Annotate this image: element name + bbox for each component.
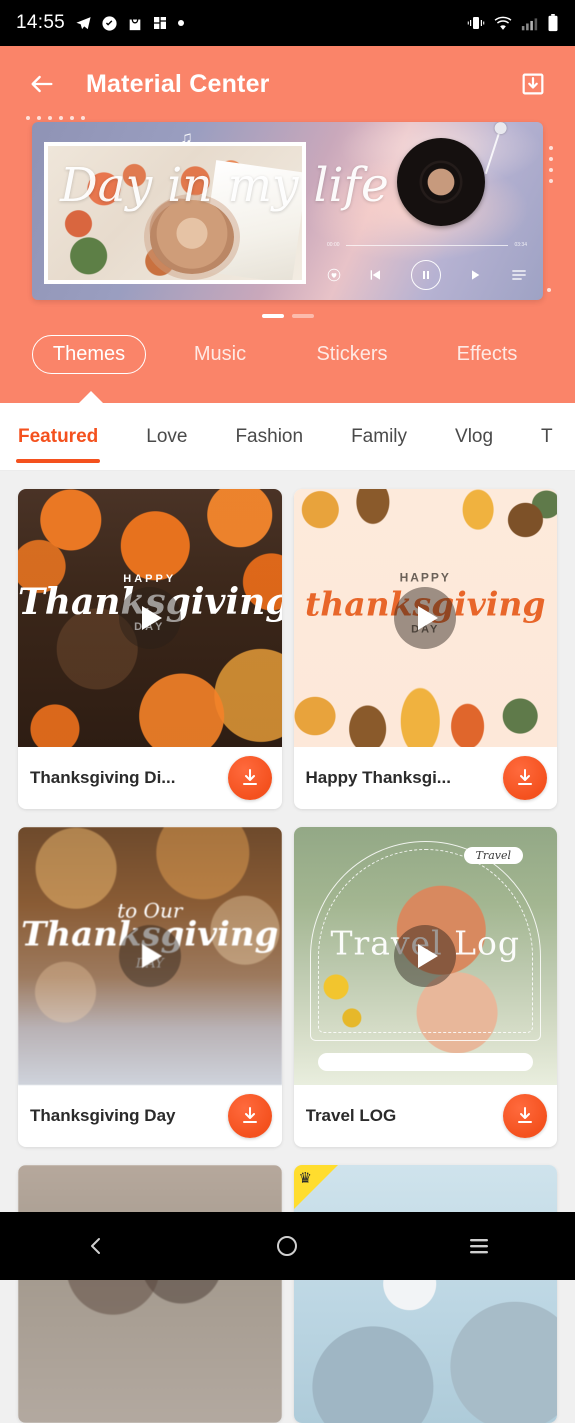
card-title: Travel LOG xyxy=(305,1106,397,1125)
card-download-button[interactable] xyxy=(227,1094,272,1138)
card-title: Thanksgiving Day xyxy=(30,1106,176,1125)
template-card[interactable]: to Our Thanksgiving DAY Thanksgiving Day xyxy=(18,827,282,1147)
signal-icon xyxy=(521,17,538,30)
tab-effects[interactable]: Effects xyxy=(422,336,552,373)
template-card-partial[interactable]: ♛ xyxy=(293,1165,557,1423)
decor-dots-right xyxy=(549,146,553,183)
card-title: Happy Thanksgi... xyxy=(305,768,451,787)
time-total: 03:34 xyxy=(514,242,527,248)
template-card[interactable]: Travel Travel Log Travel LOG xyxy=(293,827,558,1147)
template-grid: HAPPY Thanksgiving DAY Thanksgiving Di..… xyxy=(0,471,575,1423)
card-download-button[interactable] xyxy=(503,756,547,800)
tab-themes[interactable]: Themes xyxy=(20,328,158,381)
download-icon xyxy=(522,73,544,95)
status-bar: 14:55 xyxy=(0,0,575,46)
card-footer: Thanksgiving Day xyxy=(18,1085,282,1147)
category-tab-partial[interactable]: T xyxy=(541,403,553,470)
progress-bar[interactable] xyxy=(345,244,509,246)
tab-themes-label: Themes xyxy=(31,335,147,374)
nav-home-icon xyxy=(277,1236,298,1256)
overlay-top-text: HAPPY xyxy=(123,572,177,585)
wifi-icon xyxy=(494,16,512,30)
apps-icon xyxy=(154,17,167,29)
download-icon xyxy=(242,1107,257,1123)
player-controls[interactable] xyxy=(327,260,527,290)
telegram-icon xyxy=(76,16,91,29)
vinyl-record-icon xyxy=(397,138,485,226)
category-tab-fashion[interactable]: Fashion xyxy=(235,403,303,470)
tab-music[interactable]: Music xyxy=(158,336,282,373)
decor-dots-top-left xyxy=(26,116,85,120)
card-thumbnail[interactable]: Travel Travel Log xyxy=(293,827,557,1085)
banner-coffee-cup xyxy=(149,199,234,274)
check-circle-icon xyxy=(102,15,117,31)
card-download-button[interactable] xyxy=(503,1094,547,1138)
category-tab-featured[interactable]: Featured xyxy=(15,403,101,470)
page-title: Material Center xyxy=(86,69,270,98)
card-download-button[interactable] xyxy=(227,756,272,800)
card-footer: Travel LOG xyxy=(294,1085,558,1147)
play-icon[interactable] xyxy=(118,587,181,649)
next-icon[interactable] xyxy=(468,267,484,283)
nav-recents-button[interactable] xyxy=(434,1212,524,1280)
card-thumbnail[interactable] xyxy=(18,1165,282,1423)
download-icon xyxy=(518,769,532,785)
play-icon[interactable] xyxy=(394,925,457,987)
banner-slide[interactable]: ♫ Day in my life 00:00 03:34 xyxy=(32,122,543,300)
card-title: Thanksgiving Di... xyxy=(30,768,176,787)
dot-icon xyxy=(178,20,185,26)
back-button[interactable] xyxy=(22,64,62,104)
card-thumbnail[interactable]: ♛ xyxy=(293,1165,557,1423)
template-card[interactable]: HAPPY thanksgiving DAY Happy Thanksgi... xyxy=(293,489,558,809)
template-card[interactable]: HAPPY Thanksgiving DAY Thanksgiving Di..… xyxy=(18,489,282,809)
card-thumbnail[interactable]: HAPPY Thanksgiving DAY xyxy=(18,489,282,747)
category-tab-family[interactable]: Family xyxy=(351,403,407,470)
player-progress[interactable]: 00:00 03:34 xyxy=(327,242,527,248)
android-nav-bar[interactable] xyxy=(0,1212,575,1280)
play-icon[interactable] xyxy=(118,925,181,987)
download-icon xyxy=(518,1107,532,1123)
status-right-icons xyxy=(467,14,559,32)
card-thumbnail[interactable]: HAPPY thanksgiving DAY xyxy=(293,489,557,747)
status-left-icons xyxy=(75,15,185,32)
shopping-bag-icon xyxy=(129,18,141,30)
status-time: 14:55 xyxy=(16,12,66,33)
overlay-top-text: HAPPY xyxy=(399,570,451,585)
time-elapsed: 00:00 xyxy=(327,242,340,248)
category-tab-love[interactable]: Love xyxy=(146,403,187,470)
header-download-button[interactable] xyxy=(513,64,553,104)
carousel-dot-1[interactable] xyxy=(261,314,284,318)
nav-recents-icon xyxy=(470,1239,489,1254)
carousel-dot-2[interactable] xyxy=(291,314,314,318)
app-header: Material Center ♫ Day in my life 00:00 0… xyxy=(0,46,575,404)
overlay-top-text: to Our xyxy=(117,898,183,923)
download-icon xyxy=(242,769,257,785)
music-note-icon: ♫ xyxy=(180,128,193,147)
card-footer: Happy Thanksgi... xyxy=(294,747,558,809)
playlist-icon[interactable] xyxy=(511,268,527,282)
previous-icon[interactable] xyxy=(368,267,384,283)
card-thumbnail[interactable]: to Our Thanksgiving DAY xyxy=(18,827,282,1085)
overlay-top-text: Travel xyxy=(463,847,523,864)
app-header-top: Material Center xyxy=(0,46,575,122)
card-footer: Thanksgiving Di... xyxy=(18,747,282,809)
caption-bar-decor xyxy=(317,1053,533,1071)
template-card-partial[interactable] xyxy=(18,1165,282,1423)
banner-carousel[interactable]: ♫ Day in my life 00:00 03:34 xyxy=(0,116,575,308)
category-tab-bar[interactable]: Featured Love Fashion Family Vlog T xyxy=(0,403,575,471)
vibrate-icon xyxy=(467,17,485,29)
play-icon[interactable] xyxy=(394,587,457,649)
heart-icon[interactable] xyxy=(327,268,341,282)
pause-icon[interactable] xyxy=(411,260,441,290)
battery-icon xyxy=(548,14,558,32)
tab-stickers[interactable]: Stickers xyxy=(282,336,422,373)
nav-back-icon xyxy=(90,1238,100,1254)
nav-home-button[interactable] xyxy=(242,1212,332,1280)
crown-icon: ♛ xyxy=(298,1170,312,1187)
back-arrow-icon xyxy=(31,75,53,93)
carousel-indicators[interactable] xyxy=(0,308,575,328)
banner-photo xyxy=(44,142,306,284)
category-tab-vlog[interactable]: Vlog xyxy=(455,403,493,470)
nav-back-button[interactable] xyxy=(51,1212,141,1280)
